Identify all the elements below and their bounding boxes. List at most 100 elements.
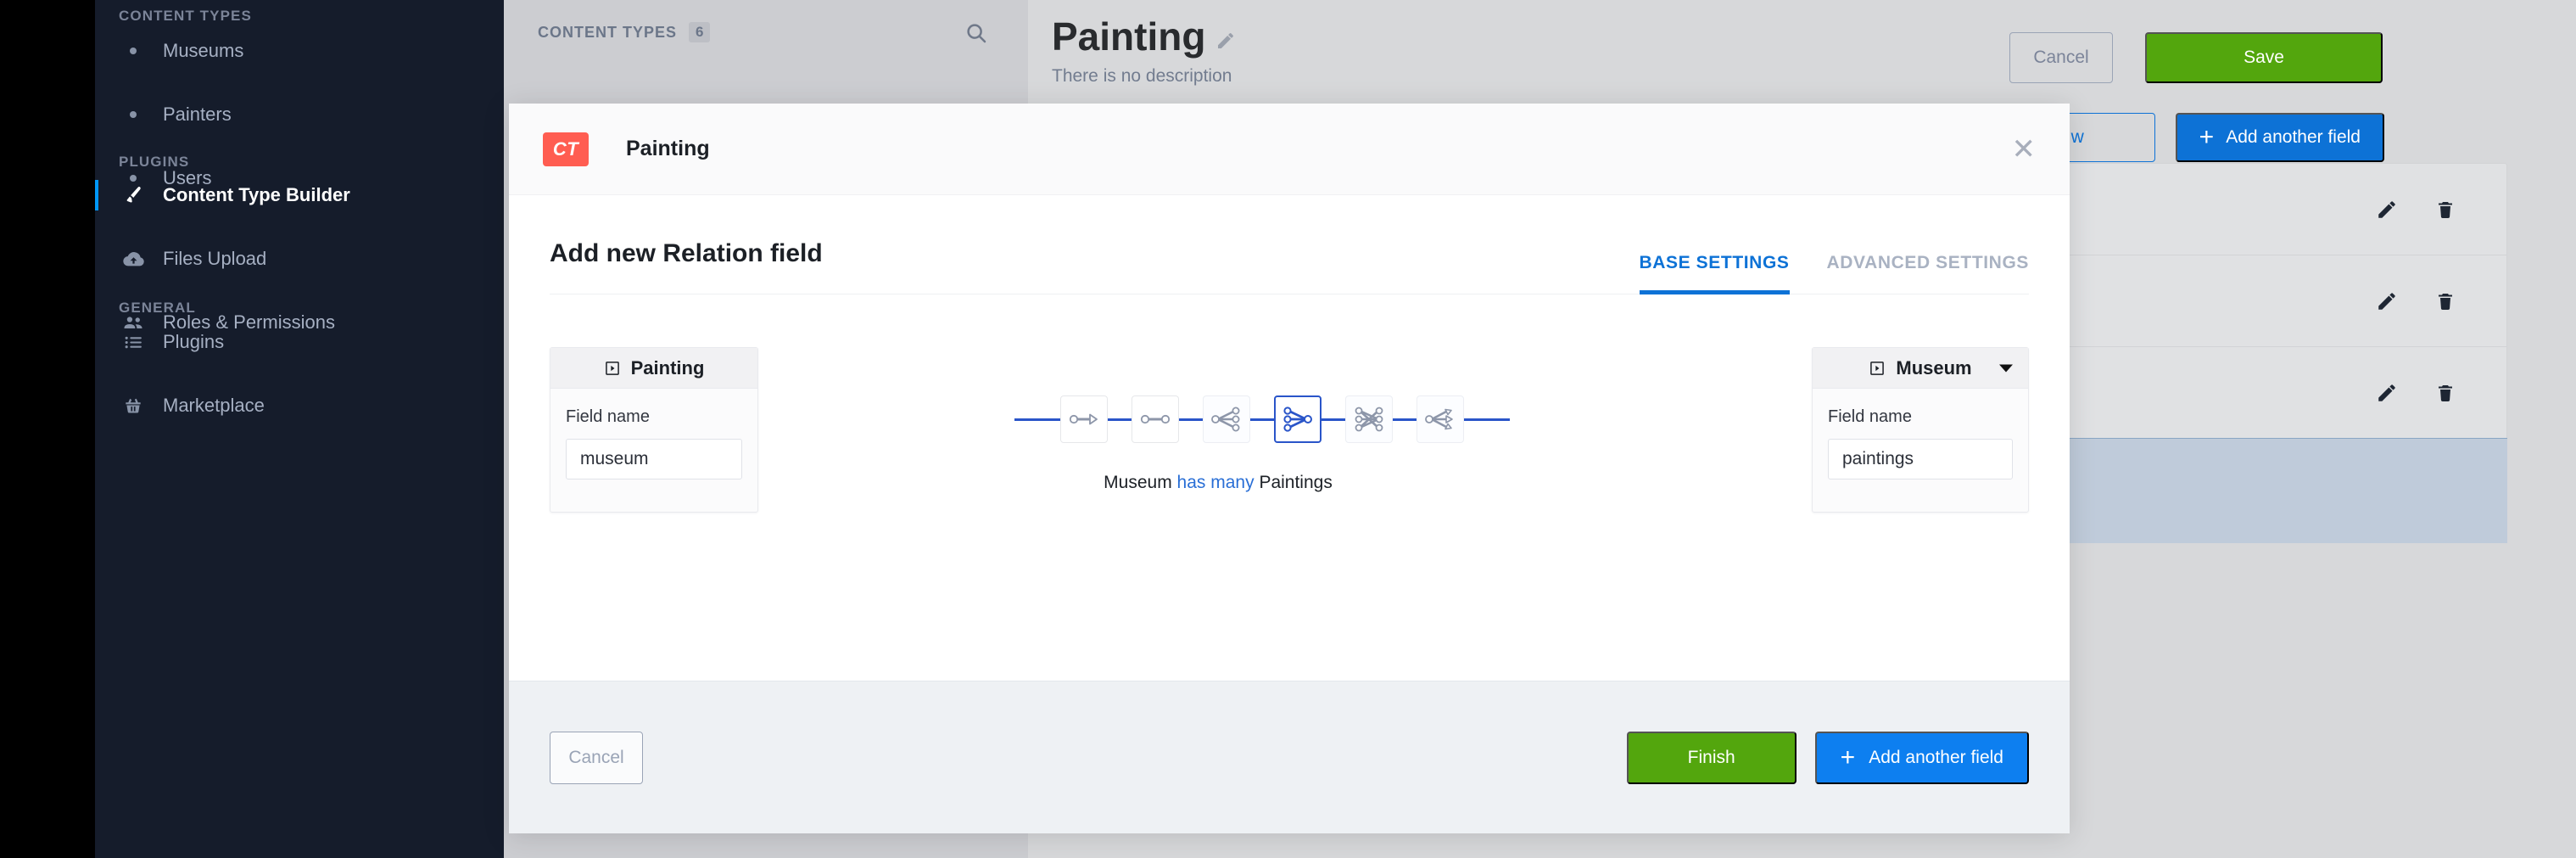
one-to-one-icon[interactable] — [1132, 395, 1179, 443]
app-root: Content Types Museums Painters Users Plu… — [0, 0, 2576, 858]
sidebar-item-label: Files Upload — [163, 248, 266, 270]
field-name-label: Field name — [566, 407, 742, 427]
page-description: There is no description — [1052, 66, 1232, 87]
content-types-column-title: Content Types — [538, 24, 677, 42]
pencil-icon[interactable] — [2376, 382, 2398, 404]
add-another-field-button[interactable]: + Add another field — [2176, 113, 2384, 162]
close-icon[interactable]: ✕ — [2012, 135, 2037, 164]
paint-brush-icon — [114, 184, 153, 206]
trash-icon[interactable] — [2435, 383, 2456, 403]
list-icon — [114, 332, 153, 353]
target-field-name-input[interactable] — [1828, 439, 2013, 479]
row-actions — [2376, 290, 2456, 312]
sidebar-item-marketplace[interactable]: Marketplace — [95, 389, 504, 423]
sidebar-item-plugins[interactable]: Plugins — [95, 325, 504, 359]
connector-line — [1464, 418, 1510, 421]
relation-source-body: Field name — [550, 389, 757, 512]
settings-tabs: Base settings Advanced settings — [1640, 253, 2030, 294]
plus-icon: + — [1841, 745, 1856, 771]
content-types-count-badge: 6 — [689, 22, 710, 42]
view-button[interactable]: w — [2065, 113, 2155, 162]
source-field-name-input[interactable] — [566, 439, 742, 479]
modal-footer-actions: Finish + Add another field — [1627, 732, 2029, 784]
many-way-icon[interactable] — [1417, 395, 1464, 443]
row-actions — [2376, 199, 2456, 221]
connector-line — [1250, 418, 1274, 421]
bullet-dot-icon — [114, 111, 153, 118]
sidebar-section-content-types: Content Types — [95, 8, 252, 25]
left-gutter — [0, 0, 95, 858]
sidebar-section-plugins: Plugins — [95, 154, 189, 171]
relation-target-card: Museum Field name — [1812, 347, 2029, 513]
relation-caption-object: Paintings — [1259, 473, 1332, 492]
shopping-basket-icon — [114, 395, 153, 417]
field-name-label: Field name — [1828, 407, 2013, 427]
sidebar-item-label: Painters — [163, 104, 232, 126]
trash-icon[interactable] — [2435, 291, 2456, 311]
modal-header: CT Painting ✕ — [509, 104, 2070, 195]
modal-content-type-name: Painting — [626, 137, 710, 161]
sidebar-item-label: Marketplace — [163, 395, 265, 417]
tab-advanced-settings[interactable]: Advanced settings — [1827, 253, 2030, 294]
sidebar-item-label: Content Type Builder — [163, 184, 350, 206]
add-relation-field-modal: CT Painting ✕ Add new Relation field Bas… — [509, 104, 2070, 833]
one-to-many-icon[interactable] — [1203, 395, 1250, 443]
modal-footer: Cancel Finish + Add another field — [509, 681, 2070, 833]
relation-builder: Painting Field name — [550, 347, 2029, 517]
content-types-column-header: Content Types 6 — [538, 22, 710, 42]
relation-caption-subject: Museum — [1104, 473, 1172, 492]
bullet-dot-icon — [114, 48, 153, 54]
content-type-icon — [604, 360, 621, 377]
sidebar-item-content-type-builder[interactable]: Content Type Builder — [95, 178, 504, 212]
relation-source-title: Painting — [631, 357, 705, 379]
sidebar: Content Types Museums Painters Users Plu… — [95, 0, 504, 858]
page-title-text: Painting — [1052, 17, 1205, 56]
one-way-icon[interactable] — [1060, 395, 1108, 443]
modal-body-header: Add new Relation field Base settings Adv… — [550, 195, 2029, 294]
content-type-icon — [1869, 360, 1886, 377]
many-to-many-icon[interactable] — [1345, 395, 1393, 443]
relation-target-header[interactable]: Museum — [1813, 348, 2028, 389]
connector-line — [1108, 418, 1132, 421]
connector-line — [1179, 418, 1203, 421]
connector-line — [1393, 418, 1417, 421]
relation-target-body: Field name — [1813, 389, 2028, 512]
pencil-icon[interactable] — [2376, 199, 2398, 221]
connector-line — [1322, 418, 1345, 421]
relation-caption: Museum has many Paintings — [1014, 473, 1422, 493]
trash-icon[interactable] — [2435, 199, 2456, 220]
sidebar-section-general: General — [95, 300, 196, 317]
finish-button[interactable]: Finish — [1627, 732, 1796, 784]
page-title: Painting — [1052, 17, 1236, 56]
modal-heading: Add new Relation field — [550, 239, 823, 294]
relation-source-header: Painting — [550, 348, 757, 389]
tab-base-settings[interactable]: Base settings — [1640, 253, 1790, 294]
sidebar-item-museums[interactable]: Museums — [95, 34, 504, 68]
cancel-button[interactable]: Cancel — [2009, 32, 2113, 83]
plus-icon: + — [2199, 125, 2215, 150]
sidebar-item-files-upload[interactable]: Files Upload — [95, 242, 504, 276]
cloud-upload-icon — [114, 248, 153, 271]
many-to-one-icon[interactable] — [1274, 395, 1322, 443]
modal-cancel-button[interactable]: Cancel — [550, 732, 643, 784]
chevron-down-icon[interactable] — [1999, 364, 2013, 372]
relation-caption-verb: has many — [1177, 473, 1254, 492]
content-type-badge: CT — [543, 132, 589, 166]
modal-body: Add new Relation field Base settings Adv… — [509, 195, 2070, 681]
pencil-icon[interactable] — [1215, 31, 1236, 56]
pencil-icon[interactable] — [2376, 290, 2398, 312]
page-actions: Cancel Save — [2009, 32, 2383, 83]
sidebar-item-label: Plugins — [163, 331, 224, 353]
sidebar-item-painters[interactable]: Painters — [95, 98, 504, 132]
relation-source-card: Painting Field name — [550, 347, 758, 513]
relation-target-title: Museum — [1896, 357, 1971, 379]
save-button[interactable]: Save — [2145, 32, 2383, 83]
add-another-field-label: Add another field — [2226, 127, 2361, 148]
modal-add-another-field-button[interactable]: + Add another field — [1815, 732, 2029, 784]
sidebar-item-label: Museums — [163, 40, 243, 62]
modal-add-another-field-label: Add another field — [1869, 748, 2003, 768]
search-icon[interactable] — [964, 20, 989, 46]
row-actions — [2376, 382, 2456, 404]
page-sub-actions: w + Add another field — [2065, 113, 2384, 162]
connector-line — [1014, 418, 1060, 421]
